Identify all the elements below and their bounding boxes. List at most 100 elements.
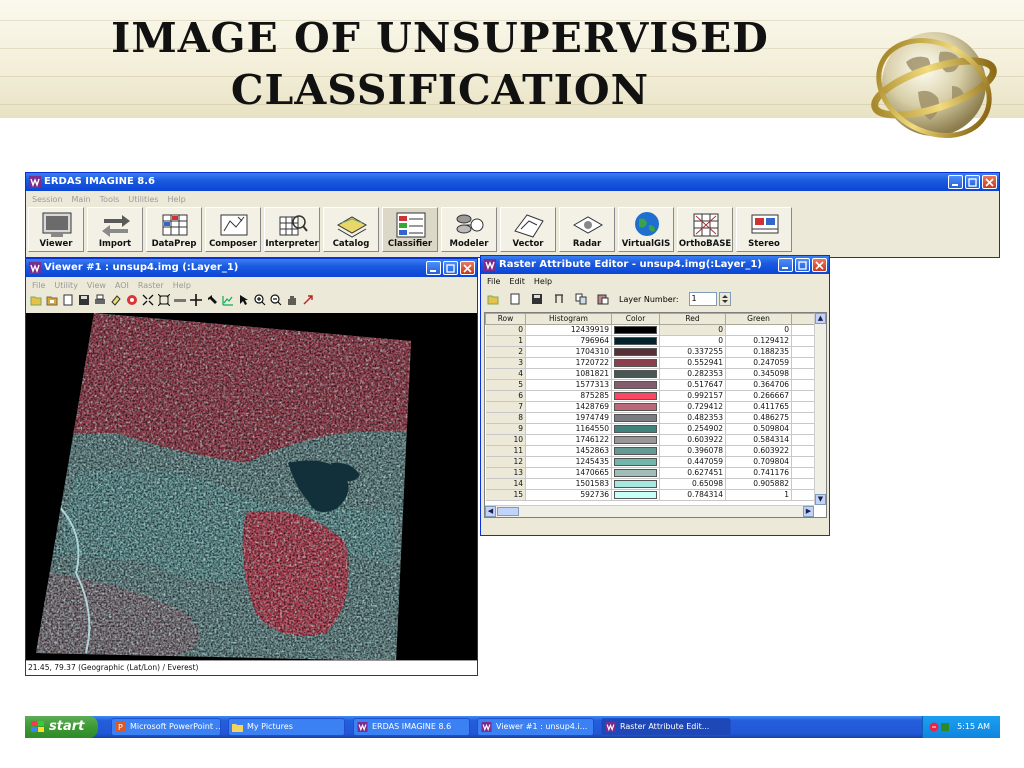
open-folder-icon[interactable] bbox=[30, 294, 42, 306]
histogram-cell[interactable]: 1577313 bbox=[525, 379, 612, 391]
red-cell[interactable]: 0.552941 bbox=[659, 357, 726, 369]
table-row[interactable]: 13 1470665 0.627451 0.741176 bbox=[485, 467, 817, 479]
rae-titlebar[interactable]: Raster Attribute Editor - unsup4.img(:La… bbox=[481, 256, 829, 274]
histogram-cell[interactable]: 796964 bbox=[525, 335, 612, 347]
color-cell[interactable] bbox=[611, 346, 660, 358]
taskbar-item-erdas[interactable]: ERDAS IMAGINE 8.6 bbox=[353, 718, 470, 736]
histogram-cell[interactable]: 1470665 bbox=[525, 467, 612, 479]
taskbar-item-raster-attribute-editor[interactable]: Raster Attribute Edit... bbox=[601, 718, 731, 736]
histogram-cell[interactable]: 1720722 bbox=[525, 357, 612, 369]
red-cell[interactable]: 0.337255 bbox=[659, 346, 726, 358]
green-cell[interactable]: 0.345098 bbox=[725, 368, 792, 380]
table-row[interactable]: 9 1164550 0.254902 0.509804 bbox=[485, 423, 817, 435]
red-cell[interactable]: 0.396078 bbox=[659, 445, 726, 457]
histogram-cell[interactable]: 1452863 bbox=[525, 445, 612, 457]
color-cell[interactable] bbox=[611, 467, 660, 479]
row-number-cell[interactable]: 4 bbox=[485, 368, 526, 380]
histogram-cell[interactable]: 1704310 bbox=[525, 346, 612, 358]
green-cell[interactable]: 0.905882 bbox=[725, 478, 792, 490]
color-cell[interactable] bbox=[611, 434, 660, 446]
menu-edit[interactable]: Edit bbox=[509, 274, 525, 289]
red-cell[interactable]: 0.254902 bbox=[659, 423, 726, 435]
histogram-cell[interactable]: 875285 bbox=[525, 390, 612, 402]
scroll-down-arrow-icon[interactable]: ▼ bbox=[815, 494, 826, 505]
viewer-image-canvas[interactable] bbox=[26, 313, 477, 661]
red-cell[interactable]: 0.482353 bbox=[659, 412, 726, 424]
table-row[interactable]: 15 592736 0.784314 1 bbox=[485, 489, 817, 501]
red-cell[interactable]: 0.627451 bbox=[659, 467, 726, 479]
red-cell[interactable]: 0.992157 bbox=[659, 390, 726, 402]
scroll-right-arrow-icon[interactable]: ▶ bbox=[803, 506, 814, 517]
histogram-cell[interactable]: 12439919 bbox=[525, 324, 612, 336]
paste-icon[interactable] bbox=[597, 293, 609, 305]
green-cell[interactable]: 0.509804 bbox=[725, 423, 792, 435]
stereo-button[interactable]: Stereo bbox=[736, 207, 792, 252]
horizontal-scrollbar[interactable]: ◀ ▶ bbox=[485, 505, 814, 517]
maximize-button[interactable] bbox=[965, 175, 980, 189]
target-icon[interactable] bbox=[126, 294, 138, 306]
red-cell[interactable]: 0.784314 bbox=[659, 489, 726, 501]
menu-view[interactable]: View bbox=[87, 278, 106, 293]
tray-icons[interactable] bbox=[929, 721, 951, 733]
green-cell[interactable]: 0.584314 bbox=[725, 434, 792, 446]
profile-icon[interactable] bbox=[222, 294, 234, 306]
start-button[interactable]: start bbox=[25, 716, 98, 738]
taskbar-item-viewer[interactable]: Viewer #1 : unsup4.i... bbox=[477, 718, 594, 736]
row-number-cell[interactable]: 3 bbox=[485, 357, 526, 369]
save-icon[interactable] bbox=[78, 294, 90, 306]
row-number-cell[interactable]: 15 bbox=[485, 489, 526, 501]
red-cell[interactable]: 0 bbox=[659, 324, 726, 336]
eraser-icon[interactable] bbox=[110, 294, 122, 306]
histogram-cell[interactable]: 1974749 bbox=[525, 412, 612, 424]
crosshair-icon[interactable] bbox=[190, 294, 202, 306]
color-cell[interactable] bbox=[611, 412, 660, 424]
green-cell[interactable]: 0.247059 bbox=[725, 357, 792, 369]
row-number-cell[interactable]: 11 bbox=[485, 445, 526, 457]
histogram-cell[interactable]: 1081821 bbox=[525, 368, 612, 380]
menu-main[interactable]: Main bbox=[72, 192, 91, 207]
horizontal-scroll-thumb[interactable] bbox=[497, 507, 519, 516]
zoom-out-icon[interactable] bbox=[270, 294, 282, 306]
open-layer-icon[interactable] bbox=[46, 294, 58, 306]
green-cell[interactable]: 0.266667 bbox=[725, 390, 792, 402]
menu-help[interactable]: Help bbox=[534, 274, 552, 289]
green-cell[interactable]: 0.709804 bbox=[725, 456, 792, 468]
color-cell[interactable] bbox=[611, 357, 660, 369]
green-cell[interactable]: 0.603922 bbox=[725, 445, 792, 457]
table-row[interactable]: 6 875285 0.992157 0.266667 bbox=[485, 390, 817, 402]
column-header-red[interactable]: Red bbox=[659, 313, 726, 325]
vector-button[interactable]: Vector bbox=[500, 207, 556, 252]
close-button[interactable] bbox=[812, 258, 827, 272]
table-row[interactable]: 5 1577313 0.517647 0.364706 bbox=[485, 379, 817, 391]
menu-session[interactable]: Session bbox=[32, 192, 63, 207]
histogram-cell[interactable]: 1164550 bbox=[525, 423, 612, 435]
menu-utility[interactable]: Utility bbox=[54, 278, 78, 293]
clock[interactable]: 5:15 AM bbox=[957, 722, 990, 731]
layer-number-field[interactable]: 1 bbox=[688, 292, 717, 306]
pan-hand-icon[interactable] bbox=[286, 294, 298, 306]
menu-raster[interactable]: Raster bbox=[138, 278, 164, 293]
menu-help[interactable]: Help bbox=[167, 192, 185, 207]
color-cell[interactable] bbox=[611, 390, 660, 402]
dataprep-button[interactable]: DataPrep bbox=[146, 207, 202, 252]
column-header-histogram[interactable]: Histogram bbox=[525, 313, 612, 325]
row-number-cell[interactable]: 8 bbox=[485, 412, 526, 424]
radar-button[interactable]: Radar bbox=[559, 207, 615, 252]
table-row[interactable]: 11 1452863 0.396078 0.603922 bbox=[485, 445, 817, 457]
red-cell[interactable]: 0.65098 bbox=[659, 478, 726, 490]
histogram-cell[interactable]: 1245435 bbox=[525, 456, 612, 468]
orthobase-button[interactable]: OrthoBASE bbox=[677, 207, 733, 252]
menu-file[interactable]: File bbox=[487, 274, 500, 289]
viewer-button[interactable]: Viewer bbox=[28, 207, 84, 252]
minimize-button[interactable] bbox=[426, 261, 441, 275]
green-cell[interactable]: 0.129412 bbox=[725, 335, 792, 347]
row-number-cell[interactable]: 10 bbox=[485, 434, 526, 446]
save-icon[interactable] bbox=[531, 293, 543, 305]
print-icon[interactable] bbox=[94, 294, 106, 306]
red-cell[interactable]: 0.282353 bbox=[659, 368, 726, 380]
color-cell[interactable] bbox=[611, 456, 660, 468]
minimize-button[interactable] bbox=[948, 175, 963, 189]
row-number-cell[interactable]: 6 bbox=[485, 390, 526, 402]
composer-button[interactable]: Composer bbox=[205, 207, 261, 252]
menu-file[interactable]: File bbox=[32, 278, 45, 293]
